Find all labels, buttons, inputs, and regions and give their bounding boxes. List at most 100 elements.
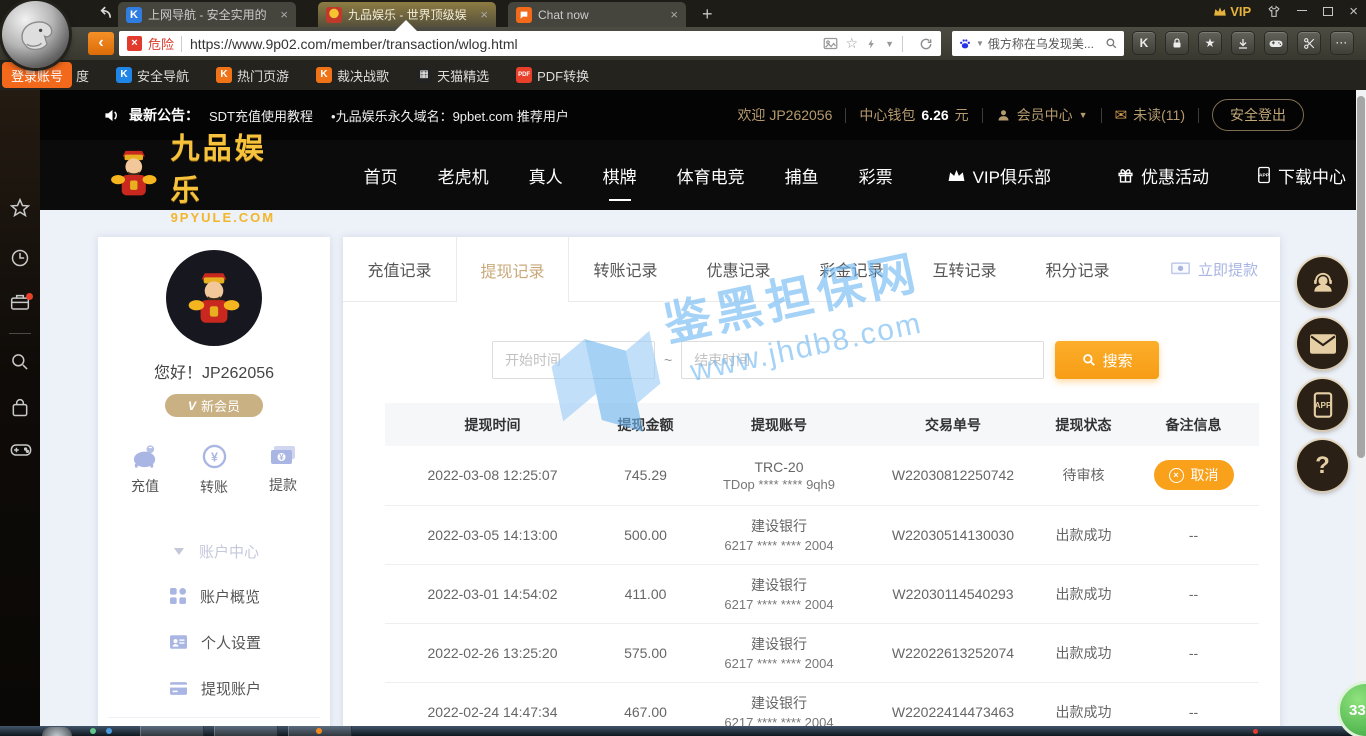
nav-fishing[interactable]: 捕鱼 — [765, 163, 839, 188]
unread-messages[interactable]: ✉ 未读(11) — [1115, 105, 1185, 125]
nav-esports[interactable]: 体育电竞 — [657, 163, 765, 188]
start-orb[interactable] — [42, 727, 72, 736]
message-mail-button[interactable] — [1297, 318, 1348, 369]
member-center-menu[interactable]: 会员中心 ▼ — [996, 105, 1088, 125]
tab-back-arrow-icon[interactable] — [96, 5, 113, 22]
app-download-button[interactable]: APP — [1297, 379, 1348, 430]
nav-chess[interactable]: 棋牌 — [583, 163, 657, 188]
nav-slots[interactable]: 老虎机 — [418, 163, 509, 188]
tab-deposit-records[interactable]: 充值记录 — [343, 237, 456, 301]
bookmark-tmall[interactable]: ▦天猫精选 — [416, 66, 489, 85]
headset-person-icon — [1310, 270, 1336, 296]
search-button[interactable]: 搜索 — [1055, 341, 1159, 379]
help-button[interactable]: ? — [1297, 440, 1348, 491]
start-time-input[interactable] — [492, 341, 655, 379]
customer-service-button[interactable] — [1297, 257, 1348, 308]
minimize-button[interactable] — [1297, 10, 1307, 11]
browser-tab-nav[interactable]: K 上网导航 - 安全实用的 × — [118, 2, 296, 27]
shopping-bag-icon[interactable] — [10, 398, 30, 418]
windows-taskbar[interactable] — [0, 726, 1366, 736]
close-window-button[interactable]: × — [1349, 3, 1358, 20]
tab-bonus-records[interactable]: 彩金记录 — [795, 237, 908, 301]
chat-bubble-favicon — [516, 7, 532, 23]
table-header-row: 提现时间 提现金额 提现账号 交易单号 提现状态 备注信息 — [385, 403, 1259, 446]
url-field[interactable]: × 危险 https://www.9p02.com/member/transac… — [119, 31, 941, 56]
k-orange-icon: K — [316, 67, 332, 83]
taskbar-icon[interactable] — [106, 728, 112, 734]
favorites-star-icon[interactable] — [10, 198, 30, 218]
quick-withdraw[interactable]: ¥ 提款 — [269, 444, 297, 497]
nav-home[interactable]: 首页 — [344, 163, 418, 188]
nav-live[interactable]: 真人 — [509, 163, 583, 188]
search-suggestion-text[interactable]: 俄方称在乌发现美... — [988, 35, 1101, 52]
refresh-icon[interactable] — [919, 37, 933, 51]
site-logo[interactable]: 九品娱乐 9PYULE.COM — [106, 125, 298, 225]
bookmark-hot-games[interactable]: K热门页游 — [216, 66, 289, 85]
nav-download-center[interactable]: APP 下载中心 — [1237, 163, 1366, 188]
avatar[interactable] — [166, 250, 262, 346]
baidu-paw-icon[interactable] — [958, 37, 972, 51]
chevron-down-icon[interactable]: ▼ — [885, 39, 894, 49]
taskbar-window-button[interactable] — [140, 726, 204, 736]
cheetah-browser-logo[interactable] — [2, 1, 69, 68]
wallet-balance[interactable]: 中心钱包6.26元 — [859, 105, 968, 125]
gamepad-icon[interactable] — [10, 442, 32, 458]
quick-deposit[interactable]: 充值 — [131, 444, 159, 497]
mail-icon — [1310, 334, 1336, 354]
games-gamepad-button[interactable] — [1264, 31, 1288, 55]
cancel-withdraw-button[interactable]: × 取消 — [1154, 460, 1234, 490]
menu-item-withdraw-account[interactable]: 提现账户 — [98, 665, 330, 711]
history-clock-icon[interactable] — [10, 248, 30, 268]
bookmark-baidu[interactable]: 度 — [76, 66, 89, 85]
url-text[interactable]: https://www.9p02.com/member/transaction/… — [190, 36, 823, 52]
browser-tab-chat[interactable]: Chat now × — [508, 2, 686, 27]
bookmark-pdf[interactable]: PDFPDF转换 — [516, 66, 589, 85]
logout-button[interactable]: 安全登出 — [1212, 99, 1304, 131]
image-icon[interactable] — [823, 37, 838, 50]
yen-circle-icon: ¥ — [202, 444, 227, 469]
announce-item[interactable]: SDT充值使用教程 — [209, 106, 313, 125]
tab-transfer-records[interactable]: 转账记录 — [569, 237, 682, 301]
nav-promotions[interactable]: 优惠活动 — [1097, 163, 1229, 188]
tab-mutual-records[interactable]: 互转记录 — [908, 237, 1021, 301]
nav-lottery[interactable]: 彩票 — [839, 163, 913, 188]
bookmark-safe-nav[interactable]: K安全导航 — [116, 66, 189, 85]
quick-transfer[interactable]: ¥ 转账 — [200, 444, 228, 497]
lock-button[interactable] — [1165, 31, 1189, 55]
bookmark-war-song[interactable]: K裁决战歌 — [316, 66, 389, 85]
maximize-button[interactable] — [1323, 7, 1333, 16]
favorites-star-button[interactable]: ★ — [1198, 31, 1222, 55]
tab-close-icon[interactable]: × — [480, 7, 488, 22]
tab-close-icon[interactable]: × — [670, 7, 678, 22]
more-button[interactable]: ··· — [1330, 31, 1354, 55]
bookmark-star-icon[interactable]: ☆ — [846, 35, 859, 52]
taskbar-icon[interactable] — [90, 728, 96, 734]
end-time-input[interactable] — [681, 341, 1044, 379]
menu-header-account[interactable]: 账户中心 — [98, 529, 330, 573]
withdraw-now-link[interactable]: 立即提款 — [1171, 237, 1258, 301]
browser-search-box[interactable]: ▼ 俄方称在乌发现美... — [952, 31, 1124, 56]
nav-vip-club[interactable]: VIP俱乐部 — [927, 163, 1071, 188]
scrollbar-thumb[interactable] — [1357, 96, 1365, 458]
search-icon[interactable] — [10, 352, 30, 372]
scrollbar-track[interactable] — [1356, 90, 1366, 736]
new-tab-button[interactable]: + — [702, 3, 713, 25]
taskbar-icon[interactable] — [316, 728, 322, 734]
nav-back-button[interactable]: ‹ — [88, 32, 114, 55]
tab-points-records[interactable]: 积分记录 — [1021, 237, 1134, 301]
scissors-button[interactable] — [1297, 31, 1321, 55]
k-app-button[interactable]: K — [1132, 31, 1156, 55]
tab-withdraw-records-active[interactable]: 提现记录 — [456, 237, 569, 302]
tab-close-icon[interactable]: × — [280, 7, 288, 22]
skin-shirt-icon[interactable] — [1267, 5, 1281, 18]
lightning-icon[interactable] — [866, 37, 877, 51]
menu-item-personal-settings[interactable]: 个人设置 — [98, 619, 330, 665]
chevron-down-icon[interactable]: ▼ — [976, 39, 984, 48]
download-button[interactable] — [1231, 31, 1255, 55]
menu-item-account-overview[interactable]: 账户概览 — [98, 573, 330, 619]
taskbar-window-button[interactable] — [214, 726, 278, 736]
browser-vip-button[interactable]: VIP — [1213, 4, 1251, 19]
search-icon[interactable] — [1105, 37, 1118, 50]
announce-item[interactable]: •九品娱乐永久域名：9pbet.com 推荐用户 — [331, 106, 569, 125]
tab-promo-records[interactable]: 优惠记录 — [682, 237, 795, 301]
